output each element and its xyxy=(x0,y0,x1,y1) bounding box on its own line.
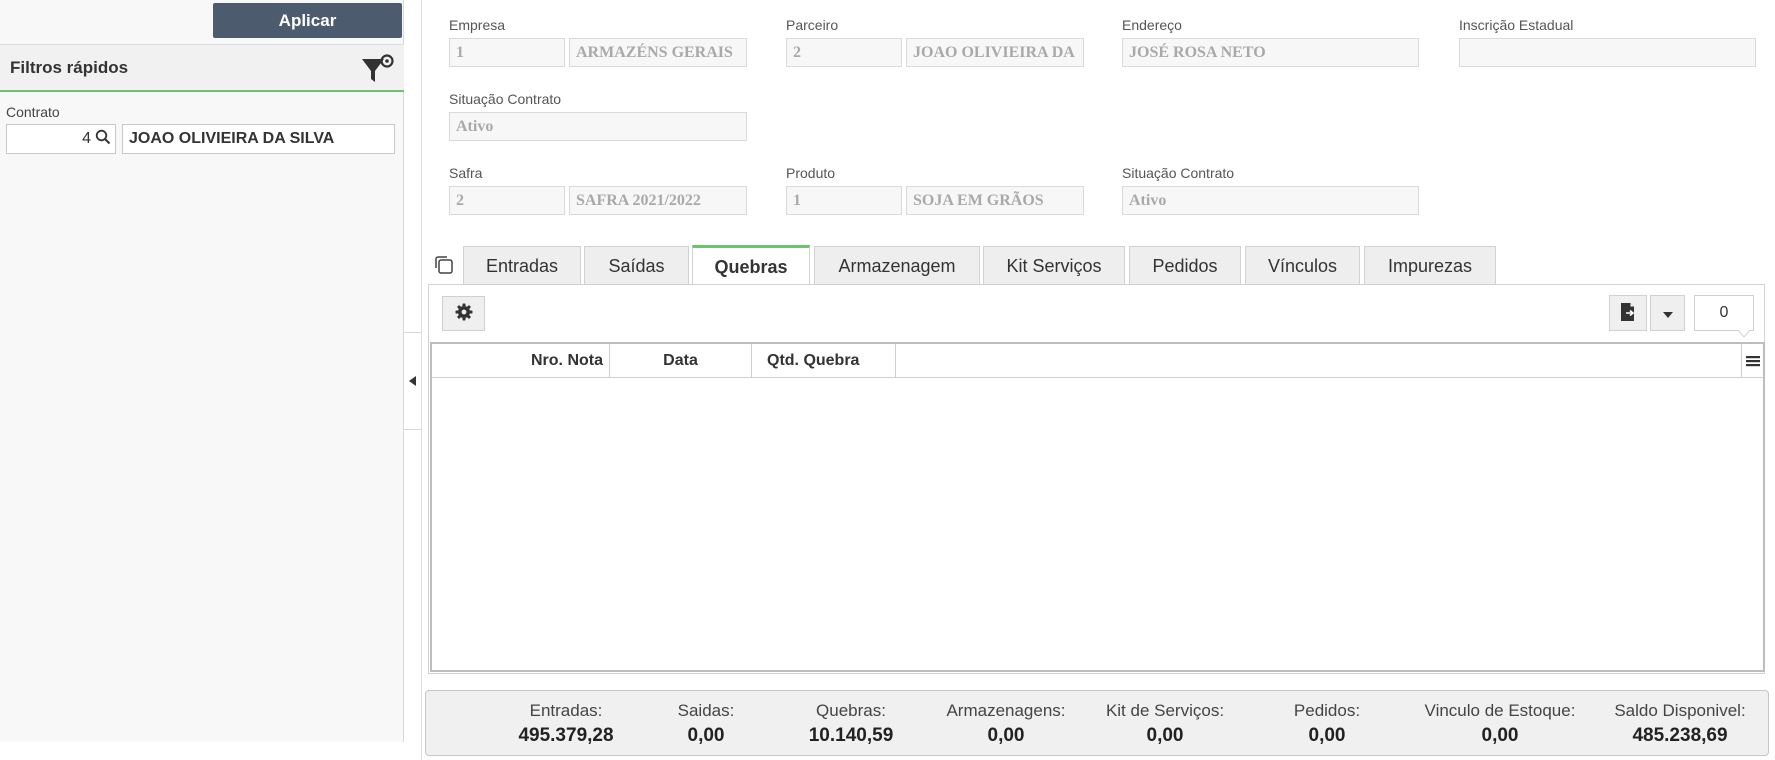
total-quebras-label: Quebras: xyxy=(816,701,886,720)
quick-filters-header: Filtros rápidos xyxy=(0,44,404,92)
total-kit-servicos-label: Kit de Serviços: xyxy=(1105,701,1225,720)
contrato-label: Contrato xyxy=(6,104,60,120)
total-saldo-disponivel-value: 485.238,69 xyxy=(1632,725,1728,746)
total-kit-servicos-value: 0,00 xyxy=(1146,725,1184,746)
safra-label: Safra xyxy=(449,165,483,181)
parceiro-name-field: JOAO OLIVIEIRA DA xyxy=(906,38,1084,67)
filter-settings-icon[interactable] xyxy=(358,51,396,87)
total-armazenagens: Armazenagens: 0,00 xyxy=(931,701,1081,747)
panel-splitter[interactable] xyxy=(404,0,422,760)
column-menu-icon[interactable] xyxy=(1741,344,1763,378)
endereco-label: Endereço xyxy=(1122,17,1182,33)
total-saidas-value: 0,00 xyxy=(687,725,725,746)
total-quebras: Quebras: 10.140,59 xyxy=(781,701,921,747)
column-header-qtd-quebra[interactable]: Qtd. Quebra xyxy=(752,344,896,377)
collapse-arrow-icon[interactable] xyxy=(404,332,422,430)
total-armazenagens-value: 0,00 xyxy=(987,725,1025,746)
total-pedidos-value: 0,00 xyxy=(1308,725,1346,746)
empresa-code-field: 1 xyxy=(449,38,565,67)
tab-vinculos[interactable]: Vínculos xyxy=(1245,246,1360,285)
situacao-contrato-2-field: Ativo xyxy=(1122,186,1419,215)
gear-icon xyxy=(455,303,473,324)
inscricao-estadual-label: Inscrição Estadual xyxy=(1459,17,1574,33)
situacao-contrato-field: Ativo xyxy=(449,112,747,141)
export-button[interactable] xyxy=(1609,295,1647,331)
total-saldo-disponivel-label: Saldo Disponivel: xyxy=(1614,701,1746,720)
copy-icon[interactable] xyxy=(433,254,455,276)
produto-name-field: SOJA EM GRÃOS xyxy=(906,186,1084,215)
total-entradas-label: Entradas: xyxy=(529,701,603,720)
produto-label: Produto xyxy=(786,165,836,181)
total-kit-servicos: Kit de Serviços: 0,00 xyxy=(1090,701,1240,747)
export-icon xyxy=(1619,302,1637,325)
produto-code-field: 1 xyxy=(786,186,902,215)
export-dropdown-button[interactable] xyxy=(1650,295,1685,331)
parceiro-code-field: 2 xyxy=(786,38,902,67)
grid-settings-button[interactable] xyxy=(442,296,485,331)
total-saidas: Saidas: 0,00 xyxy=(646,701,766,747)
tab-entradas[interactable]: Entradas xyxy=(463,246,581,285)
empresa-label: Empresa xyxy=(449,17,506,33)
totals-bar: Entradas: 495.379,28 Saidas: 0,00 Quebra… xyxy=(425,690,1769,756)
quebras-grid: Nro. Nota Data Qtd. Quebra xyxy=(430,342,1765,672)
search-icon[interactable] xyxy=(95,129,111,150)
quick-filters-title: Filtros rápidos xyxy=(10,57,129,77)
tab-kit-servicos[interactable]: Kit Serviços xyxy=(983,246,1125,285)
total-vinculo-estoque-label: Vinculo de Estoque: xyxy=(1424,701,1576,720)
safra-name-field: SAFRA 2021/2022 xyxy=(569,186,747,215)
total-vinculo-estoque-value: 0,00 xyxy=(1481,725,1519,746)
total-pedidos-label: Pedidos: xyxy=(1293,701,1361,720)
record-count-pointer xyxy=(1738,330,1750,338)
quick-filters-panel: Aplicar Filtros rápidos Contrato 4 JOAO … xyxy=(0,0,404,742)
total-quebras-value: 10.140,59 xyxy=(808,725,894,746)
total-entradas: Entradas: 495.379,28 xyxy=(496,701,636,747)
contrato-name-field[interactable]: JOAO OLIVIEIRA DA SILVA xyxy=(122,124,395,154)
tab-quebras[interactable]: Quebras xyxy=(692,245,810,286)
parceiro-label: Parceiro xyxy=(786,17,839,33)
contrato-number-field[interactable]: 4 xyxy=(6,124,116,154)
total-vinculo-estoque: Vinculo de Estoque: 0,00 xyxy=(1415,701,1585,747)
total-armazenagens-label: Armazenagens: xyxy=(946,701,1066,720)
grid-header: Nro. Nota Data Qtd. Quebra xyxy=(432,344,1763,378)
tab-saidas[interactable]: Saídas xyxy=(584,246,689,285)
tab-armazenagem[interactable]: Armazenagem xyxy=(814,246,980,285)
inscricao-estadual-field xyxy=(1459,38,1756,67)
caret-down-icon xyxy=(1662,306,1673,321)
record-count: 0 xyxy=(1694,295,1754,331)
column-header-data[interactable]: Data xyxy=(610,344,752,377)
situacao-contrato-label: Situação Contrato xyxy=(449,91,562,107)
situacao-contrato-2-label: Situação Contrato xyxy=(1122,165,1235,181)
contrato-number-value: 4 xyxy=(82,130,91,147)
apply-button[interactable]: Aplicar xyxy=(213,3,402,38)
total-entradas-value: 495.379,28 xyxy=(518,725,614,746)
safra-code-field: 2 xyxy=(449,186,565,215)
total-pedidos: Pedidos: 0,00 xyxy=(1262,701,1392,747)
empresa-name-field: ARMAZÉNS GERAIS xyxy=(569,38,747,67)
tab-impurezas[interactable]: Impurezas xyxy=(1364,246,1496,285)
total-saldo-disponivel: Saldo Disponivel: 485.238,69 xyxy=(1598,701,1762,747)
column-header-nro-nota[interactable]: Nro. Nota xyxy=(432,344,610,377)
endereco-field: JOSÉ ROSA NETO xyxy=(1122,38,1419,67)
tab-pedidos[interactable]: Pedidos xyxy=(1129,246,1241,285)
total-saidas-label: Saidas: xyxy=(677,701,735,720)
